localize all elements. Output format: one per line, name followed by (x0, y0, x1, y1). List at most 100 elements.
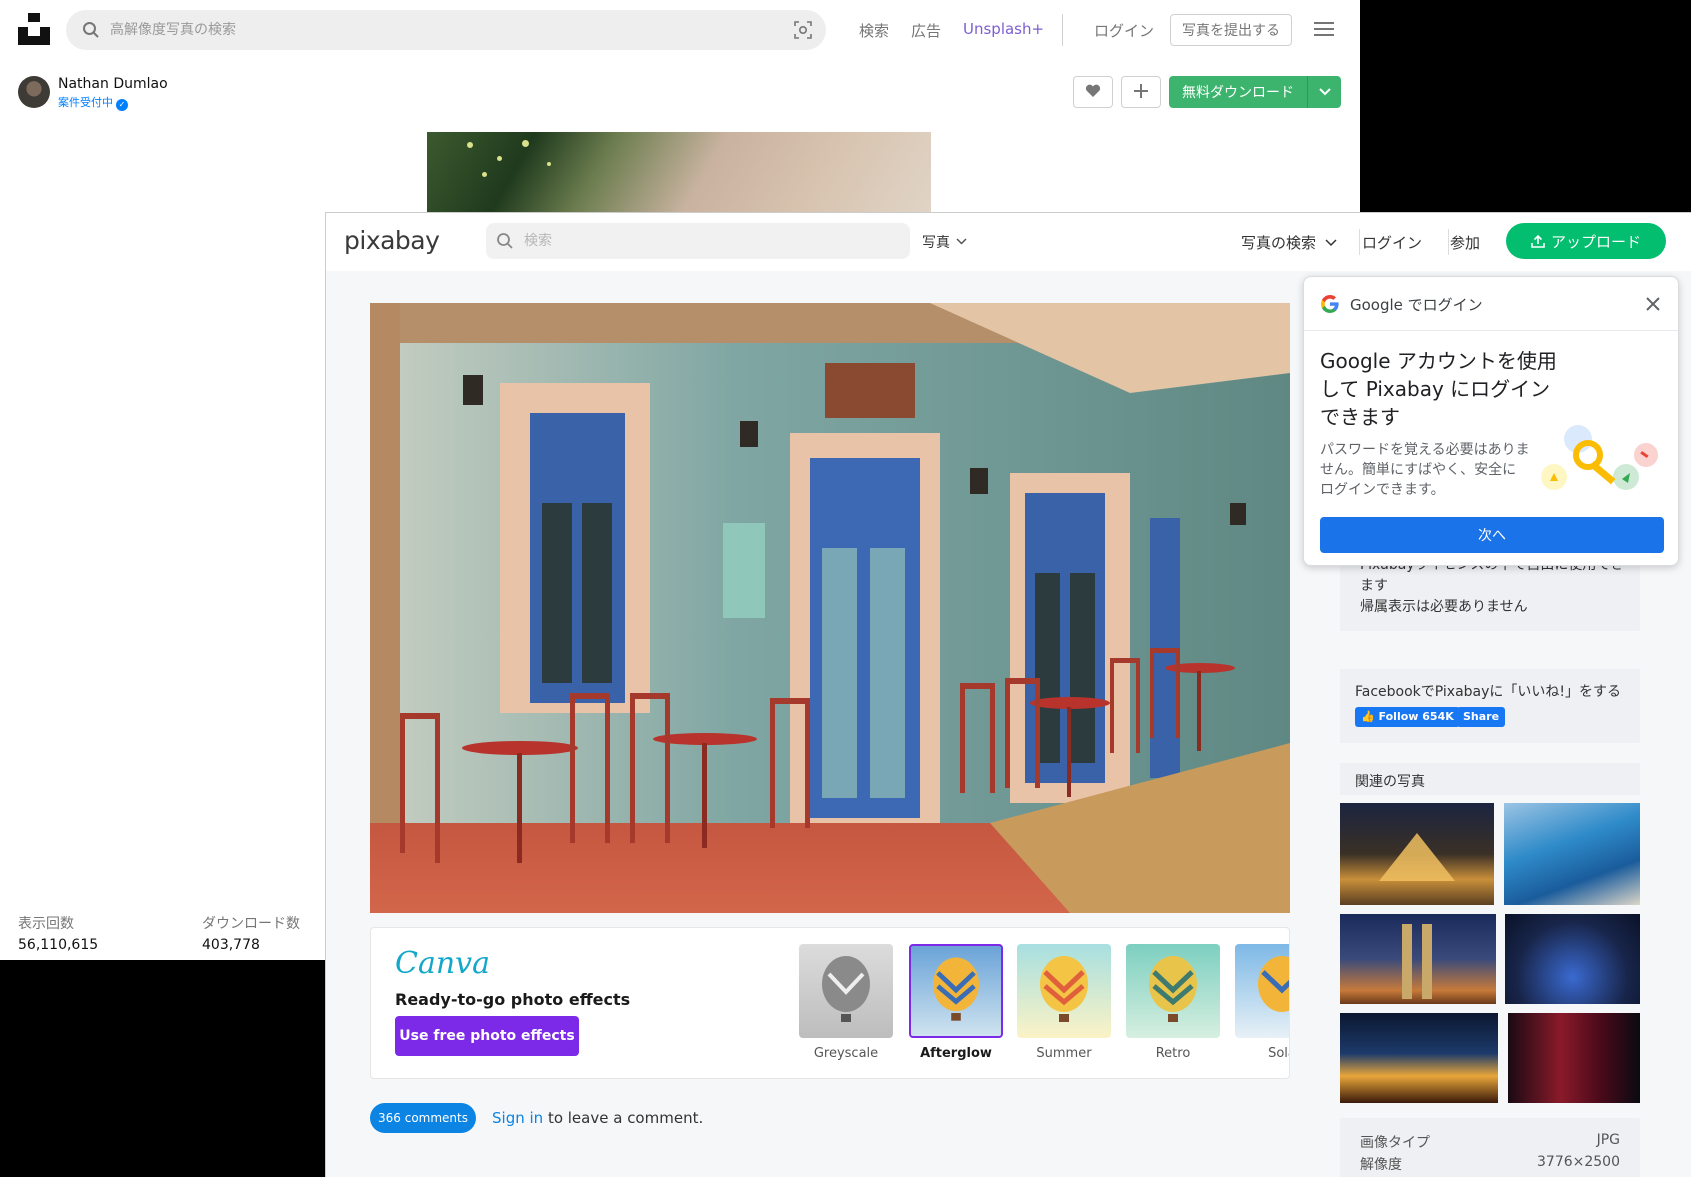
visual-search-icon[interactable] (794, 21, 812, 39)
free-download-button[interactable]: 無料ダウンロード (1169, 76, 1307, 108)
effect-summer[interactable]: Summer (1017, 944, 1111, 1064)
google-logo-icon (1321, 295, 1339, 313)
effect-solar[interactable]: Sola (1235, 944, 1289, 1064)
resolution-label: 解像度 (1360, 1157, 1402, 1173)
related-photo[interactable] (1340, 1013, 1498, 1103)
balloon-icon (1040, 956, 1088, 1022)
photo-detail (522, 140, 529, 147)
photo-detail (467, 142, 473, 148)
upload-icon (1531, 234, 1545, 248)
related-photo[interactable] (1508, 1013, 1640, 1103)
effect-label: Afterglow (920, 1046, 992, 1061)
close-icon[interactable] (1642, 293, 1664, 315)
pixabay-header: pixabay 写真 写真の検索 ログイン 参加 アップロード (326, 213, 1691, 271)
downloads-label: ダウンロード数 (202, 916, 300, 932)
main-photo[interactable] (370, 303, 1290, 913)
balloon-icon (822, 956, 870, 1022)
facebook-share-button[interactable]: Share (1457, 707, 1506, 727)
upload-button[interactable]: アップロード (1506, 223, 1666, 259)
image-meta-card: 画像タイプ JPG 解像度 3776×2500 (1340, 1118, 1640, 1177)
pixabay-search-bar[interactable]: 写真 (486, 223, 982, 259)
resolution-value: 3776×2500 (1537, 1154, 1620, 1170)
related-photos-header: 関連の写真 (1340, 763, 1640, 795)
chevron-down-icon (956, 238, 967, 245)
effect-label: Summer (1036, 1046, 1092, 1061)
facebook-card: FacebookでPixabayに「いいね!」をする 👍 Follow 654K… (1340, 669, 1640, 743)
add-to-collection-button[interactable] (1121, 76, 1161, 108)
pixabay-login-link[interactable]: ログイン (1362, 232, 1422, 253)
effect-label: Sola (1268, 1046, 1289, 1061)
hire-status-label: 案件受付中 (58, 96, 113, 109)
nav-divider (1359, 229, 1360, 255)
canva-promo: Canva Ready-to-go photo effects Use free… (370, 927, 1290, 1079)
balloon-icon (933, 957, 979, 1021)
image-type-label: 画像タイプ (1360, 1135, 1430, 1151)
author-name[interactable]: Nathan Dumlao (58, 76, 168, 92)
google-popup-header-text: Google でログイン (1350, 296, 1483, 314)
search-icon[interactable] (82, 21, 100, 39)
nav-divider (1448, 229, 1449, 255)
google-next-button[interactable]: 次へ (1320, 517, 1664, 553)
hire-status[interactable]: 案件受付中 ✓ (58, 94, 128, 111)
google-signin-popup: Google でログイン Google アカウントを使用して Pixabay に… (1303, 276, 1679, 566)
google-popup-description: パスワードを覚える必要はありません。簡単にすばやく、安全にログインできます。 (1320, 442, 1530, 498)
license-line2: 帰属表示は必要ありません (1360, 599, 1528, 615)
nav-search-link[interactable]: 検索 (859, 20, 889, 41)
google-popup-header: Google でログイン (1304, 277, 1678, 331)
photo-detail (547, 162, 551, 166)
views-value: 56,110,615 (18, 937, 99, 953)
comments-count-badge[interactable]: 366 comments (370, 1103, 476, 1133)
join-link[interactable]: 参加 (1450, 232, 1480, 253)
effect-label: Greyscale (813, 1046, 879, 1061)
explore-label: 写真の検索 (1241, 234, 1317, 252)
explore-menu[interactable]: 写真の検索 (1241, 232, 1337, 253)
balloon-icon (1149, 956, 1197, 1022)
unsplash-search-input[interactable] (110, 10, 770, 50)
upload-label: アップロード (1550, 232, 1641, 251)
related-photo[interactable] (1340, 914, 1496, 1004)
chevron-down-icon (1325, 239, 1337, 247)
submit-photo-button[interactable]: 写真を提出する (1170, 14, 1292, 46)
search-icon[interactable] (496, 232, 514, 250)
effect-greyscale[interactable]: Greyscale (799, 944, 893, 1064)
downloads-value: 403,778 (202, 937, 260, 953)
signin-rest-text: to leave a comment. (543, 1109, 704, 1127)
unsplash-login-link[interactable]: ログイン (1094, 20, 1154, 41)
nav-unsplash-plus-link[interactable]: Unsplash+ (963, 20, 1044, 38)
use-free-photo-effects-button[interactable]: Use free photo effects (395, 1016, 579, 1056)
effect-retro[interactable]: Retro (1126, 944, 1220, 1064)
effect-thumbnail (1126, 944, 1220, 1038)
like-button[interactable] (1073, 76, 1113, 108)
signin-link[interactable]: Sign in (492, 1109, 543, 1127)
chevron-down-icon (1319, 88, 1331, 96)
effect-thumbnail (1235, 944, 1289, 1038)
pixabay-search-input[interactable] (524, 223, 864, 259)
download-options-button[interactable] (1307, 76, 1341, 108)
menu-icon[interactable] (1314, 20, 1334, 38)
facebook-follow-button[interactable]: 👍 Follow 654K (1355, 707, 1460, 727)
nav-ads-link[interactable]: 広告 (911, 20, 941, 41)
facebook-like-icon: 👍 (1361, 710, 1375, 723)
unsplash-photo[interactable] (427, 132, 931, 212)
image-type-value: JPG (1596, 1132, 1620, 1148)
heart-icon (1085, 84, 1101, 97)
facebook-follow-label: Follow 654K (1378, 710, 1454, 723)
canva-logo[interactable]: Canva (395, 946, 490, 981)
effect-thumbnail (909, 944, 1003, 1038)
effect-thumbnail (799, 944, 893, 1038)
related-photo[interactable] (1504, 803, 1640, 905)
related-photo[interactable] (1340, 803, 1494, 905)
key-illustration-icon (1541, 425, 1658, 490)
avatar[interactable] (18, 76, 50, 108)
media-type-select[interactable]: 写真 (910, 227, 982, 255)
unsplash-search-bar[interactable] (66, 10, 826, 50)
pixabay-logo[interactable]: pixabay (344, 226, 440, 255)
photo-detail (482, 172, 487, 177)
effect-afterglow[interactable]: Afterglow (909, 944, 1003, 1064)
canva-title: Ready-to-go photo effects (395, 990, 631, 1009)
effect-thumbnail (1017, 944, 1111, 1038)
cafe-photo-illustration (370, 303, 1290, 913)
effect-label: Retro (1155, 1046, 1191, 1061)
unsplash-logo-icon[interactable] (18, 13, 50, 45)
related-photo[interactable] (1505, 914, 1640, 1004)
